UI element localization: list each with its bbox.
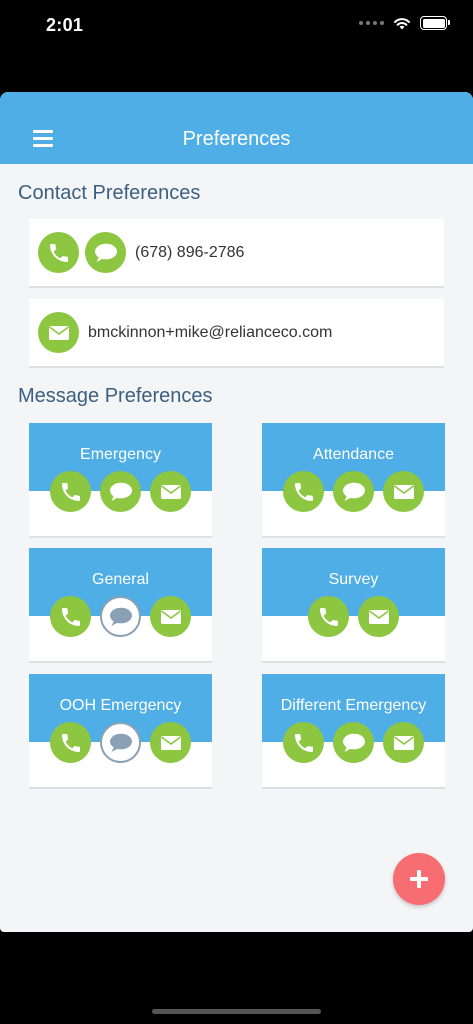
- chat-icon: [342, 733, 365, 752]
- chat-icon: [109, 733, 132, 752]
- channel-toggles: [262, 722, 445, 763]
- message-preferences-heading: Message Preferences: [18, 385, 213, 407]
- email-contact-card[interactable]: bmckinnon+mike@relianceco.com: [29, 299, 444, 368]
- status-indicators: [359, 16, 450, 30]
- mail-icon: [160, 735, 181, 750]
- phone-icon[interactable]: [308, 596, 349, 637]
- add-button[interactable]: [393, 853, 445, 905]
- chat-icon: [109, 482, 132, 501]
- mail-icon: [160, 609, 181, 624]
- card-label: Different Emergency: [280, 697, 427, 714]
- status-time: 2:01: [46, 15, 84, 35]
- phone-icon[interactable]: [50, 722, 91, 763]
- home-indicator[interactable]: [152, 1009, 321, 1014]
- chat-icon[interactable]: [85, 232, 126, 273]
- phone-icon: [61, 733, 80, 752]
- message-pref-card[interactable]: Emergency: [29, 423, 212, 538]
- status-bar: 2:01: [0, 0, 473, 50]
- phone-icon: [294, 733, 313, 752]
- plus-icon: [410, 870, 428, 888]
- mail-icon: [393, 735, 414, 750]
- message-pref-card[interactable]: Survey: [262, 548, 445, 663]
- mail-icon[interactable]: [358, 596, 399, 637]
- channel-toggles: [29, 596, 212, 637]
- card-label: Survey: [328, 571, 379, 588]
- chat-icon: [94, 243, 117, 262]
- phone-icon: [294, 482, 313, 501]
- message-pref-card[interactable]: Attendance: [262, 423, 445, 538]
- phone-icon[interactable]: [283, 471, 324, 512]
- mail-icon: [368, 609, 389, 624]
- mail-icon[interactable]: [38, 312, 79, 353]
- navigation-bar: Preferences: [0, 92, 473, 164]
- mail-icon[interactable]: [383, 471, 424, 512]
- page-title: Preferences: [182, 128, 291, 150]
- card-label: Emergency: [80, 446, 161, 463]
- phone-icon[interactable]: [283, 722, 324, 763]
- email-address: bmckinnon+mike@relianceco.com: [88, 323, 333, 341]
- mail-icon[interactable]: [150, 596, 191, 637]
- message-pref-card[interactable]: OOH Emergency: [29, 674, 212, 789]
- phone-icon: [61, 607, 80, 626]
- mail-icon[interactable]: [383, 722, 424, 763]
- phone-icon: [61, 482, 80, 501]
- mail-icon[interactable]: [150, 471, 191, 512]
- phone-icon[interactable]: [50, 471, 91, 512]
- channel-toggles: [262, 596, 445, 637]
- chat-icon[interactable]: [100, 722, 141, 763]
- phone-number: (678) 896-2786: [135, 243, 245, 261]
- phone-contact-card[interactable]: (678) 896-2786: [29, 219, 444, 288]
- card-label: OOH Emergency: [59, 697, 182, 714]
- battery-icon: [420, 16, 450, 30]
- message-pref-card[interactable]: Different Emergency: [262, 674, 445, 789]
- phone-icon[interactable]: [50, 596, 91, 637]
- mail-icon[interactable]: [150, 722, 191, 763]
- phone-icon: [49, 243, 68, 262]
- mail-icon: [393, 484, 414, 499]
- channel-toggles: [29, 471, 212, 512]
- preferences-screen: Preferences Contact Preferences (678) 89…: [0, 92, 473, 932]
- chat-icon: [342, 482, 365, 501]
- chat-icon[interactable]: [100, 471, 141, 512]
- mail-icon: [160, 484, 181, 499]
- card-label: Attendance: [313, 446, 394, 463]
- message-pref-card[interactable]: General: [29, 548, 212, 663]
- contact-preferences-heading: Contact Preferences: [18, 182, 201, 204]
- chat-icon[interactable]: [333, 471, 374, 512]
- mail-icon: [48, 325, 69, 340]
- chat-icon[interactable]: [100, 596, 141, 637]
- card-label: General: [92, 571, 149, 588]
- phone-icon: [319, 607, 338, 626]
- phone-icon[interactable]: [38, 232, 79, 273]
- signal-icon: [359, 21, 384, 25]
- channel-toggles: [262, 471, 445, 512]
- chat-icon: [109, 607, 132, 626]
- channel-toggles: [29, 722, 212, 763]
- wifi-icon: [394, 17, 410, 29]
- chat-icon[interactable]: [333, 722, 374, 763]
